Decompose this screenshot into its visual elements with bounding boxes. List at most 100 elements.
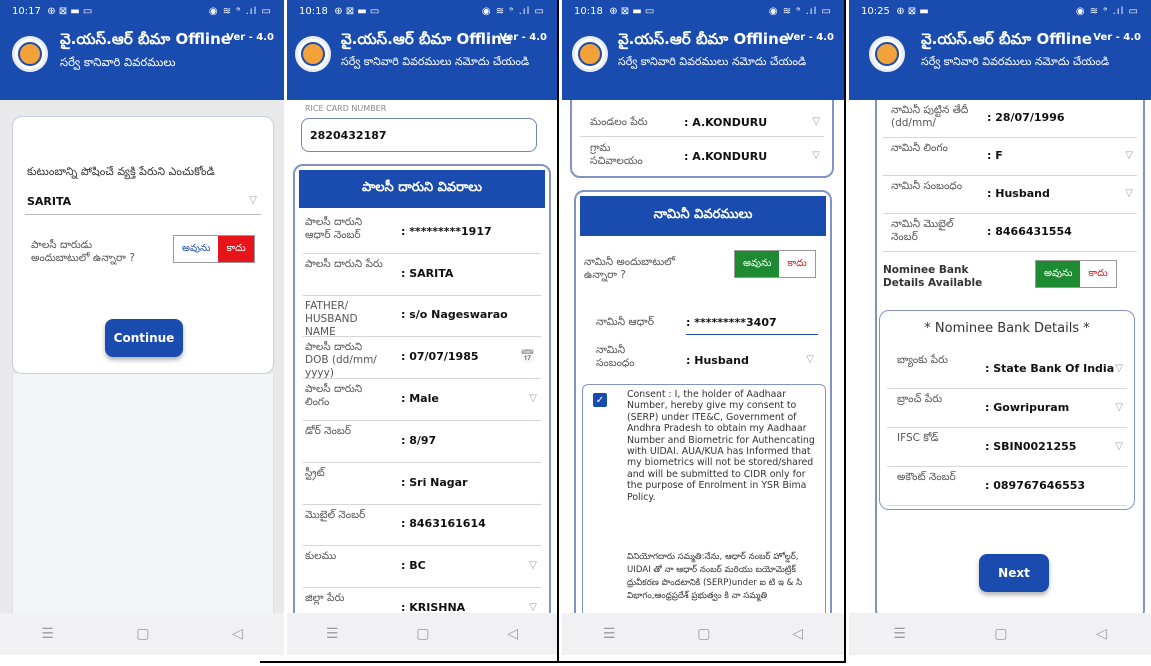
home-nav-icon[interactable]: ▢: [697, 626, 710, 642]
status-time: 10:17: [12, 5, 41, 17]
field-value[interactable]: : SARITA: [401, 267, 453, 280]
menu-nav-icon[interactable]: ☰: [41, 626, 54, 642]
bank-available-label: Nominee Bank Details Available: [883, 264, 983, 289]
field-value[interactable]: : KRISHNA: [401, 601, 465, 613]
home-nav-icon[interactable]: ▢: [136, 626, 149, 642]
field-value[interactable]: : 07/07/1985: [401, 350, 479, 363]
mandal-value[interactable]: : A.KONDURU: [684, 116, 767, 129]
field-value[interactable]: : 089767646553: [985, 479, 1085, 492]
back-nav-icon[interactable]: ◁: [507, 626, 518, 642]
continue-button[interactable]: Continue: [105, 319, 183, 357]
app-version: Ver - 4.0: [786, 32, 834, 43]
status-bar: 10:18 ⊕ ⊠ ▬ ▭ ◉ ≋ ᵊ .ıl ▭: [562, 0, 844, 22]
field-value[interactable]: : Sri Nagar: [401, 476, 468, 489]
app-header: వై.యస్.ఆర్ బీమా Offline Ver - 4.0 సర్వే …: [0, 22, 284, 100]
yes-option[interactable]: అవును: [174, 236, 219, 262]
field-value[interactable]: : *********1917: [401, 225, 492, 238]
field-value[interactable]: : SBIN0021255: [985, 440, 1076, 453]
bank-field-row[interactable]: బ్రాంచ్ పేరు: Gowripuram ▽: [881, 389, 1133, 428]
field-value[interactable]: : 8463161614: [401, 517, 486, 530]
chevron-down-icon: ▽: [1125, 150, 1133, 161]
notification-icons: ⊕ ⊠ ▬ ▭: [47, 5, 93, 17]
bank-field-row[interactable]: IFSC కోడ్: SBIN0021255 ▽: [881, 428, 1133, 467]
policy-holder-field-row[interactable]: పాలసీ దారుని DOB (dd/mm/ yyyy): 07/07/19…: [297, 337, 547, 379]
image-divider: [844, 0, 846, 663]
policy-holder-field-row[interactable]: పాలసీ దారుని పేరు: SARITA: [297, 254, 547, 296]
nominee-card: నామినీ వివరములు నామినీ అందుబాటులో ఉన్నార…: [574, 190, 832, 613]
yes-option[interactable]: అవును: [1036, 261, 1081, 287]
field-label: నామినీ మొబైల్ నెంబర్: [891, 218, 954, 243]
signal-icons: ◉ ≋ ᵊ .ıl ▭: [1075, 5, 1139, 17]
location-card: మండలం పేరు : A.KONDURU ▽ గ్రామ సచివాలయం …: [570, 100, 834, 178]
field-label: అకౌంట్ నెంబర్: [897, 471, 956, 483]
field-value[interactable]: : 28/07/1996: [987, 111, 1065, 124]
rice-card-input[interactable]: 2820432187: [301, 118, 537, 152]
menu-nav-icon[interactable]: ☰: [603, 626, 616, 642]
status-bar: 10:25 ⊕ ⊠ ▬ ◉ ≋ ᵊ .ıl ▭: [849, 0, 1151, 22]
relation-value[interactable]: : Husband: [686, 354, 749, 367]
menu-nav-icon[interactable]: ☰: [893, 626, 906, 642]
field-label: నామినీ సంబంధం: [891, 180, 963, 192]
prompt-text: కుటుంబాన్ని పోషించే వ్యక్తి పేరుని ఎంచుక…: [27, 165, 215, 178]
policy-holder-field-row[interactable]: మొబైల్ నెంబర్: 8463161614: [297, 505, 547, 547]
mandal-label: మండలం పేరు: [590, 116, 648, 128]
nominee-aadhaar-value[interactable]: : *********3407: [686, 316, 777, 329]
field-value[interactable]: : F: [987, 149, 1003, 162]
field-value[interactable]: : State Bank Of India: [985, 362, 1114, 375]
app-logo: [295, 36, 331, 72]
app-header: వై.యస్.ఆర్ బీమా Offline Ver - 4.0 సర్వే …: [849, 22, 1151, 100]
back-nav-icon[interactable]: ◁: [1096, 626, 1107, 642]
bank-fields: బ్యాంకు పేరు: State Bank Of India ▽ బ్రాంచ…: [881, 350, 1133, 506]
screen-4: 10:25 ⊕ ⊠ ▬ ◉ ≋ ᵊ .ıl ▭ వై.యస్.ఆర్ బీమా …: [849, 0, 1151, 655]
field-label: బ్యాంకు పేరు: [897, 354, 948, 366]
no-option[interactable]: కాదు: [218, 236, 254, 262]
field-value[interactable]: : Male: [401, 392, 439, 405]
yes-option[interactable]: అవును: [735, 251, 780, 277]
policy-holder-field-row[interactable]: కులము: BC ▽: [297, 546, 547, 589]
policy-holder-field-row[interactable]: జిల్లా పేరు: KRISHNA ▽: [297, 588, 547, 613]
availability-toggle[interactable]: అవును కాదు: [173, 235, 255, 263]
nominee-field-row[interactable]: నామినీ లింగం: F ▽: [877, 138, 1143, 176]
selection-card: కుటుంబాన్ని పోషించే వ్యక్తి పేరుని ఎంచుక…: [12, 116, 274, 374]
back-nav-icon[interactable]: ◁: [792, 626, 803, 642]
calendar-icon[interactable]: 📅: [520, 349, 535, 363]
field-value[interactable]: : s/o Nageswarao: [401, 308, 508, 321]
consent-checkbox[interactable]: ✓: [593, 393, 607, 407]
menu-nav-icon[interactable]: ☰: [326, 626, 339, 642]
bank-field-row[interactable]: బ్యాంకు పేరు: State Bank Of India ▽: [881, 350, 1133, 389]
policy-holder-field-row[interactable]: స్ట్రీట్: Sri Nagar: [297, 463, 547, 505]
home-nav-icon[interactable]: ▢: [994, 626, 1007, 642]
bank-available-toggle[interactable]: అవును కాదు: [1035, 260, 1117, 288]
screen-subtitle: సర్వే కానివారి వివరములు నమోదు చేయండి: [618, 55, 807, 68]
nominee-available-toggle[interactable]: అవును కాదు: [734, 250, 816, 278]
policy-holder-field-row[interactable]: పాలసీ దారుని లింగం: Male ▽: [297, 379, 547, 421]
app-version: Ver - 4.0: [1093, 32, 1141, 43]
nominee-field-row[interactable]: నామినీ మొబైల్ నెంబర్ : 8466431554: [877, 214, 1143, 252]
screen-subtitle: సర్వే కానివారి వివరములు నమోదు చేయండి: [341, 55, 530, 68]
bank-field-row[interactable]: అకౌంట్ నెంబర్ : 089767646553: [881, 467, 1133, 506]
nominee-field-row[interactable]: నామినీ పుట్టిన తేదీ (dd/mm/: 28/07/1996: [877, 100, 1143, 138]
app-header: వై.యస్.ఆర్ బీమా Offline Ver - 4.0 సర్వే …: [287, 22, 557, 100]
home-nav-icon[interactable]: ▢: [416, 626, 429, 642]
policy-holder-field-row[interactable]: డోర్ నెంబర్: 8/97: [297, 421, 547, 463]
policy-holder-field-row[interactable]: పాలసీ దారుని ఆధార్ నెంబర్ : *********1917: [297, 212, 547, 254]
signal-icons: ◉ ≋ ᵊ .ıl ▭: [768, 5, 832, 17]
no-option[interactable]: కాదు: [779, 251, 815, 277]
field-label: IFSC కోడ్: [897, 432, 939, 444]
screen-3: 10:18 ⊕ ⊠ ▬ ▭ ◉ ≋ ᵊ .ıl ▭ వై.యస్.ఆర్ బీమ…: [562, 0, 844, 655]
village-value[interactable]: : A.KONDURU: [684, 150, 767, 163]
field-value[interactable]: : BC: [401, 559, 426, 572]
field-value[interactable]: : Husband: [987, 187, 1050, 200]
back-nav-icon[interactable]: ◁: [232, 626, 243, 642]
no-option[interactable]: కాదు: [1080, 261, 1116, 287]
field-value[interactable]: : 8466431554: [987, 225, 1072, 238]
field-value[interactable]: : 8/97: [401, 434, 436, 447]
next-button[interactable]: Next: [979, 554, 1049, 592]
app-logo: [12, 36, 48, 72]
policy-holder-field-row[interactable]: FATHER/ HUSBAND NAME: s/o Nageswarao: [297, 296, 547, 338]
field-value[interactable]: : Gowripuram: [985, 401, 1069, 414]
chevron-down-icon: ▽: [812, 116, 820, 127]
field-label: పాలసీ దారుని ఆధార్ నెంబర్: [305, 216, 363, 241]
nominee-field-row[interactable]: నామినీ సంబంధం: Husband ▽: [877, 176, 1143, 214]
person-select[interactable]: SARITA ▽: [25, 189, 261, 215]
